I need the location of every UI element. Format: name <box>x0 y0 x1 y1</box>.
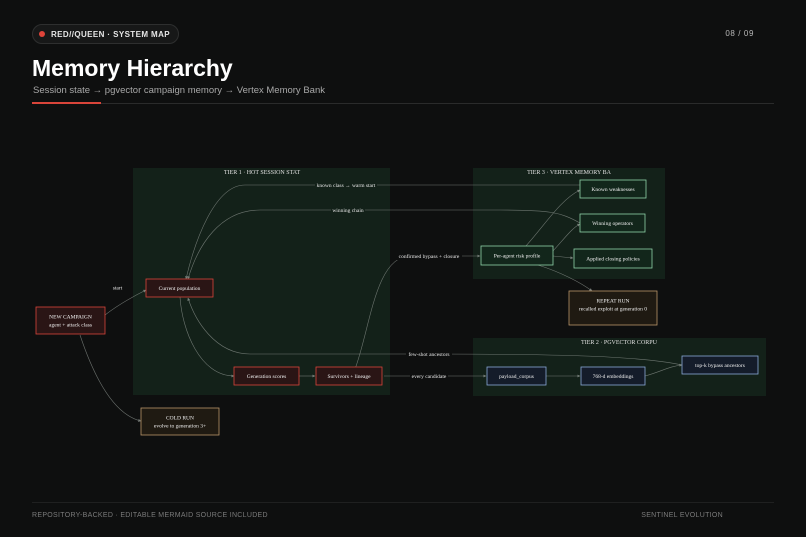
node-per-agent-risk: Per-agent risk profile <box>480 245 554 266</box>
node-cold-run-subtitle: evolve to generation 3+ <box>154 424 206 430</box>
edge-label-start: start <box>113 286 123 292</box>
footer-left-text: REPOSITORY-BACKED · EDITABLE MERMAID SOU… <box>32 512 268 519</box>
node-repeat-run: REPEAT RUN recalled exploit at generatio… <box>568 290 658 326</box>
node-current-population: Current population <box>145 278 214 298</box>
node-known-weaknesses: Known weaknesses <box>579 179 647 199</box>
node-winning-operators-label: Winning operators <box>592 221 633 227</box>
node-payload-corpus-label: payload_corpus <box>499 374 534 380</box>
node-per-agent-risk-label: Per-agent risk profile <box>494 253 541 260</box>
tier3-label: TIER 3 · VERTEX MEMORY BA <box>527 170 611 176</box>
node-repeat-run-title: REPEAT RUN <box>596 299 629 305</box>
node-cold-run: COLD RUN evolve to generation 3+ <box>140 407 220 436</box>
node-winning-operators: Winning operators <box>579 213 646 233</box>
node-survivors-lineage-label: Survivors + lineage <box>327 374 371 380</box>
node-embeddings: 768-d embeddings <box>580 366 646 386</box>
node-repeat-run-subtitle: recalled exploit at generation 0 <box>579 307 647 313</box>
tier2-label: TIER 2 · PGVECTOR CORPU <box>581 340 658 346</box>
edge-label-winning-chain: winning chain <box>332 208 364 214</box>
node-known-weaknesses-label: Known weaknesses <box>591 187 634 193</box>
node-generation-scores-label: Generation scores <box>247 374 287 380</box>
node-new-campaign-subtitle: agent + attack class <box>49 323 92 329</box>
node-new-campaign-title: NEW CAMPAIGN <box>49 315 92 321</box>
node-topk-label: top-k bypass ancestors <box>695 363 745 369</box>
node-cold-run-title: COLD RUN <box>166 416 194 422</box>
footer-divider <box>32 502 774 503</box>
node-applied-closing: Applied closing policies <box>573 248 653 269</box>
node-current-population-label: Current population <box>159 286 201 292</box>
edge-label-few-shot: few-shot ancestors <box>408 351 449 358</box>
node-embeddings-label: 768-d embeddings <box>593 374 634 380</box>
edge-label-every-candidate: every candidate <box>412 374 447 380</box>
tier1-label: TIER 1 · HOT SESSION STAT <box>224 170 301 176</box>
memory-hierarchy-diagram: TIER 1 · HOT SESSION STAT TIER 3 · VERTE… <box>35 168 766 436</box>
node-new-campaign: NEW CAMPAIGN agent + attack class <box>35 306 106 335</box>
node-applied-closing-label: Applied closing policies <box>586 257 639 263</box>
node-generation-scores: Generation scores <box>233 366 300 386</box>
footer-right-text: SENTINEL EVOLUTION <box>641 512 723 519</box>
edge-cold-run <box>79 334 142 422</box>
edge-label-known-class: known class → warm start <box>317 183 376 189</box>
node-topk: top-k bypass ancestors <box>681 355 759 375</box>
node-survivors-lineage: Survivors + lineage <box>315 366 383 386</box>
edge-label-confirmed-bypass: confirmed bypass + closure <box>399 253 460 260</box>
node-payload-corpus: payload_corpus <box>486 366 547 386</box>
